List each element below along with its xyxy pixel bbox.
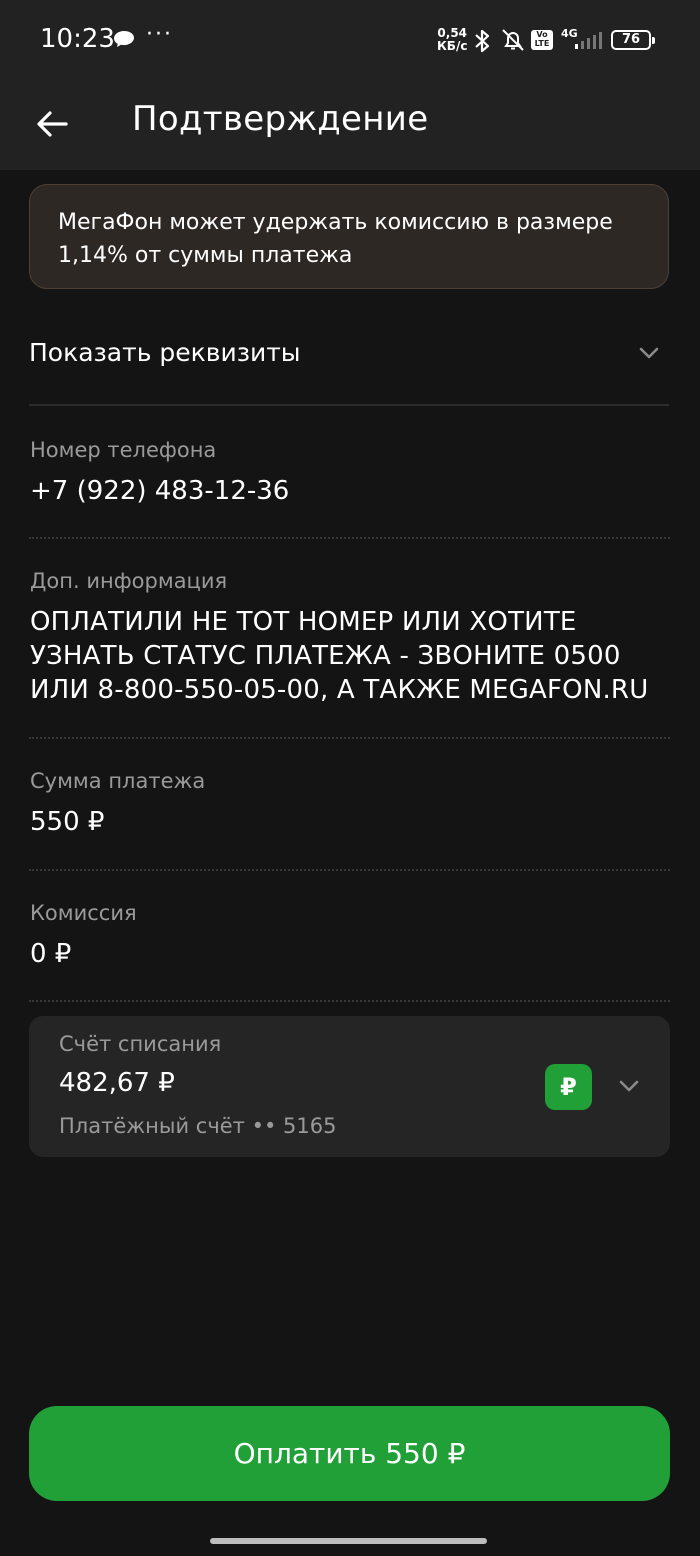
battery-icon: 76	[611, 30, 655, 50]
commission-notice: МегаФон может удержать комиссию в размер…	[29, 184, 669, 289]
show-details-toggle[interactable]: Показать реквизиты	[29, 320, 669, 390]
divider	[29, 1000, 670, 1002]
commission-value: 0 ₽	[30, 939, 72, 969]
divider	[29, 869, 670, 871]
account-balance: 482,67 ₽	[59, 1068, 175, 1098]
chat-bubble-icon	[114, 31, 134, 47]
app-bar: Подтверждение	[0, 80, 700, 170]
network-speed: 0,54 КБ/с	[437, 27, 467, 53]
extra-info-label: Доп. информация	[30, 569, 228, 593]
status-time: 10:23	[40, 24, 115, 54]
account-name: Платёжный счёт •• 5165	[59, 1114, 337, 1138]
network-speed-unit: КБ/с	[437, 39, 468, 53]
back-button[interactable]	[28, 100, 76, 148]
pay-button[interactable]: Оплатить 550 ₽	[29, 1406, 670, 1501]
show-details-label: Показать реквизиты	[29, 338, 301, 367]
account-label: Счёт списания	[59, 1032, 222, 1056]
phone-field: Номер телефона +7 (922) 483-12-36	[30, 438, 670, 506]
chevron-down-icon	[639, 347, 659, 359]
signal-strength-icon	[575, 32, 602, 49]
page-title: Подтверждение	[132, 99, 429, 139]
more-notifications-icon: ···	[146, 22, 173, 47]
commission-label: Комиссия	[30, 901, 137, 925]
bluetooth-icon	[475, 29, 490, 53]
ruble-currency-icon: ₽	[545, 1064, 592, 1110]
status-bar: 10:23 ··· 0,54 КБ/с Vo LTE 4G 76	[0, 0, 700, 80]
phone-label: Номер телефона	[30, 438, 217, 462]
amount-value: 550 ₽	[30, 807, 105, 837]
chevron-down-icon	[619, 1080, 639, 1092]
amount-label: Сумма платежа	[30, 769, 206, 793]
phone-value: +7 (922) 483-12-36	[30, 476, 290, 506]
divider	[29, 537, 670, 539]
amount-field: Сумма платежа 550 ₽	[30, 769, 670, 837]
divider	[29, 404, 669, 406]
debit-account-selector[interactable]: Счёт списания 482,67 ₽ Платёжный счёт ••…	[29, 1016, 670, 1157]
commission-field: Комиссия 0 ₽	[30, 901, 670, 969]
volte-icon: Vo LTE	[531, 30, 553, 50]
extra-info-field: Доп. информация ОПЛАТИЛИ НЕ ТОТ НОМЕР ИЛ…	[30, 569, 670, 707]
home-indicator[interactable]	[210, 1538, 487, 1544]
arrow-left-icon	[37, 111, 68, 137]
commission-notice-text: МегаФон может удержать комиссию в размер…	[58, 210, 613, 268]
extra-info-value: ОПЛАТИЛИ НЕ ТОТ НОМЕР ИЛИ ХОТИТЕ УЗНАТЬ …	[30, 607, 649, 705]
divider	[29, 737, 670, 739]
bell-muted-icon	[502, 29, 524, 51]
